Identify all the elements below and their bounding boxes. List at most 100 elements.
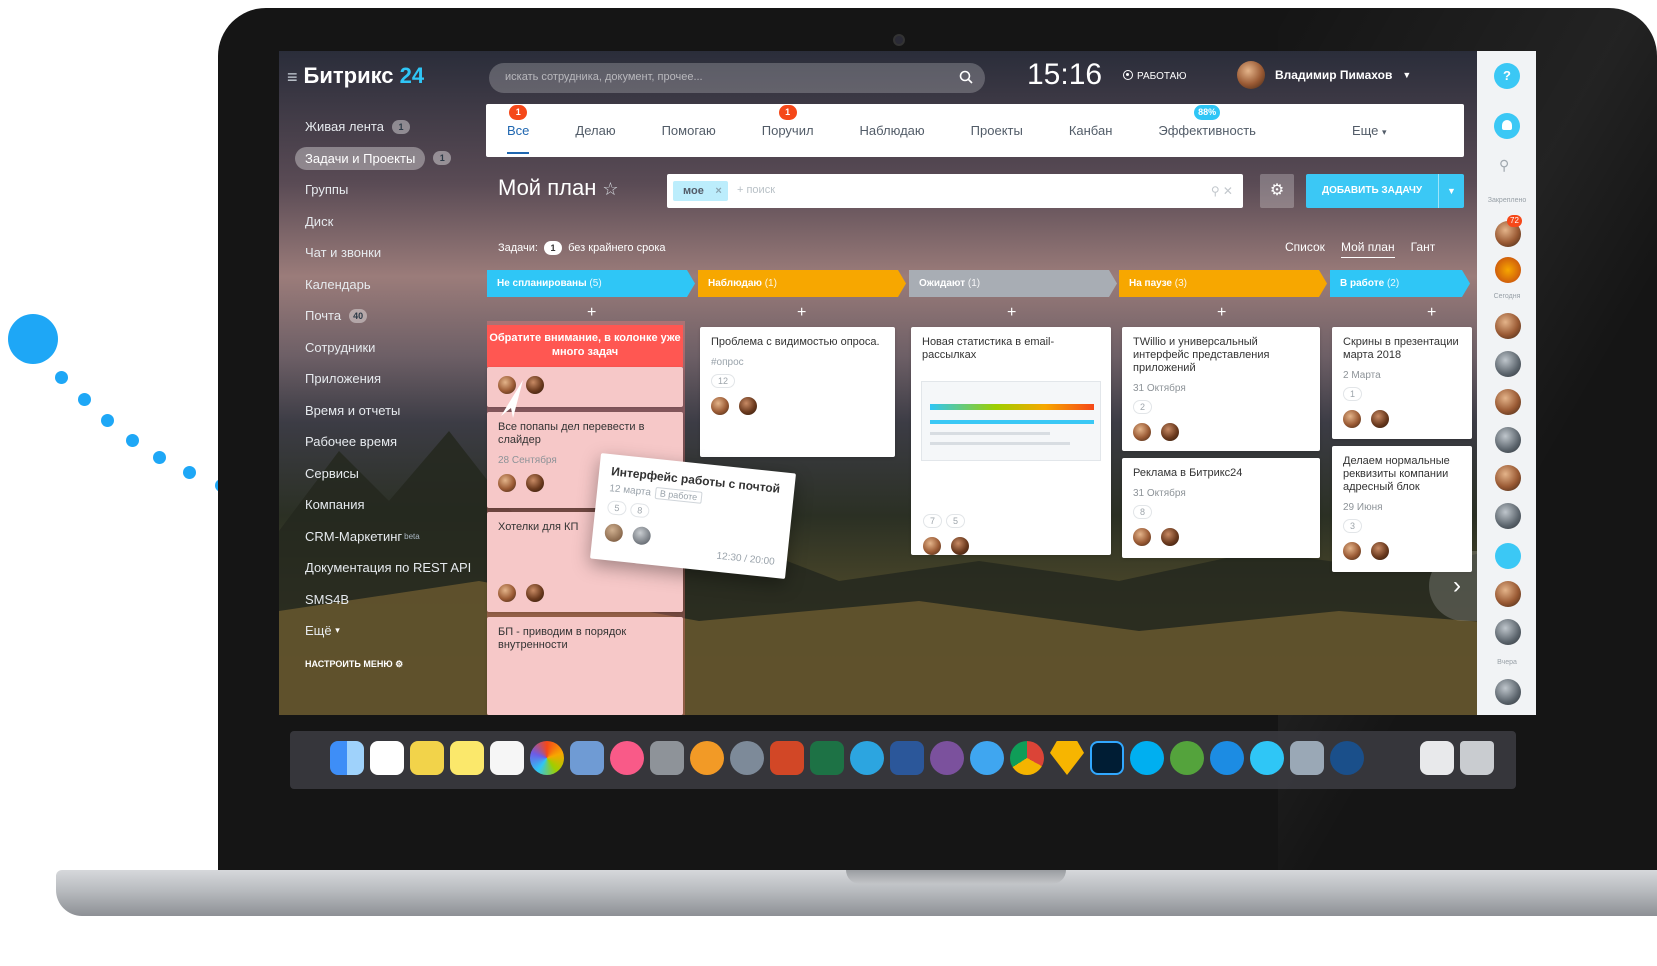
tab-watching[interactable]: Наблюдаю <box>860 123 925 138</box>
image-capture-icon[interactable] <box>1290 741 1324 775</box>
preview-icon[interactable] <box>570 741 604 775</box>
work-status-button[interactable]: РАБОТАЮ <box>1123 70 1186 82</box>
menu-item-work-time[interactable]: Рабочее время <box>295 426 485 458</box>
finder-icon[interactable] <box>330 741 364 775</box>
filter-search-input[interactable]: мое × + поиск ⚲ ✕ <box>667 174 1243 208</box>
task-card[interactable]: БП - приводим в порядок внутренности <box>487 617 683 715</box>
menu-item-mail[interactable]: Почта 40 <box>295 300 485 332</box>
user-menu[interactable]: Владимир Пимахов ▼ <box>1237 61 1411 89</box>
reminders-icon[interactable] <box>490 741 524 775</box>
column-header-in-progress[interactable]: В работе (2) <box>1330 270 1470 297</box>
menu-item-groups[interactable]: Группы <box>295 174 485 206</box>
close-icon[interactable]: × <box>715 181 721 201</box>
trash-icon[interactable] <box>1460 741 1494 775</box>
task-card[interactable]: Проблема с видимостью опроса. #опрос 12 <box>700 327 895 457</box>
safari-icon[interactable] <box>970 741 1004 775</box>
column-header-paused[interactable]: На паузе (3) <box>1119 270 1327 297</box>
tab-all[interactable]: 1 Все <box>507 105 530 154</box>
add-task-button[interactable]: ДОБАВИТЬ ЗАДАЧУ ▼ <box>1306 174 1464 208</box>
tab-helping[interactable]: Помогаю <box>662 123 716 138</box>
photoshop-icon[interactable] <box>1090 741 1124 775</box>
calendar-icon[interactable] <box>370 741 404 775</box>
rail-avatar[interactable] <box>1495 313 1521 339</box>
rail-avatar[interactable] <box>1495 581 1521 607</box>
search-icon[interactable]: ⚲ <box>1499 157 1509 174</box>
view-gantt[interactable]: Гант <box>1411 240 1436 258</box>
menu-item-services[interactable]: Сервисы <box>295 458 485 490</box>
add-card-icon[interactable]: + <box>797 304 806 322</box>
menu-settings-button[interactable]: НАСТРОИТЬ МЕНЮ ⚙ <box>295 659 485 670</box>
menu-icon[interactable]: ≡ <box>287 67 298 87</box>
search-clear-icons[interactable]: ⚲ ✕ <box>1211 184 1233 198</box>
word-icon[interactable] <box>890 741 924 775</box>
menu-item-disk[interactable]: Диск <box>295 206 485 238</box>
task-card[interactable]: Реклама в Битрикс24 31 Октября 8 <box>1122 458 1320 558</box>
settings-gear-button[interactable]: ⚙ <box>1260 174 1294 208</box>
rail-avatar[interactable] <box>1495 679 1521 705</box>
rail-avatar[interactable] <box>1495 543 1521 569</box>
tab-more[interactable]: Еще ▾ <box>1352 123 1387 138</box>
rail-avatar[interactable] <box>1495 351 1521 377</box>
browser-icon[interactable] <box>1330 741 1364 775</box>
menu-item-sms4b[interactable]: SMS4B <box>295 584 485 616</box>
card-tag[interactable]: #опрос <box>711 357 884 368</box>
stickies-icon[interactable] <box>450 741 484 775</box>
torrent-icon[interactable] <box>1170 741 1204 775</box>
notes-icon[interactable] <box>410 741 444 775</box>
menu-item-live-feed[interactable]: Живая лента 1 <box>295 111 485 143</box>
rail-avatar[interactable] <box>1495 389 1521 415</box>
menu-item-chat[interactable]: Чат и звонки <box>295 237 485 269</box>
powerpoint-icon[interactable] <box>770 741 804 775</box>
quicktime-icon[interactable] <box>1210 741 1244 775</box>
search-icon[interactable] <box>959 70 973 84</box>
column-header-watching[interactable]: Наблюдаю (1) <box>698 270 906 297</box>
tab-kanban[interactable]: Канбан <box>1069 123 1113 138</box>
chrome-icon[interactable] <box>1010 741 1044 775</box>
task-card[interactable]: Скрины в презентации марта 2018 2 Марта … <box>1332 327 1472 439</box>
rail-avatar[interactable] <box>1495 503 1521 529</box>
skype-icon[interactable] <box>1130 741 1164 775</box>
menu-item-rest-docs[interactable]: Документация по REST API <box>295 552 485 584</box>
menu-item-crm-marketing[interactable]: CRM-Маркетинг beta <box>295 521 485 553</box>
task-card[interactable]: TWillio и универсальный интерфейс предст… <box>1122 327 1320 451</box>
add-card-icon[interactable]: + <box>1427 304 1436 322</box>
downloads-icon[interactable] <box>1420 741 1454 775</box>
global-search-input[interactable]: искать сотрудника, документ, прочее... <box>489 63 985 93</box>
photos-icon[interactable] <box>530 741 564 775</box>
tab-doing[interactable]: Делаю <box>575 123 615 138</box>
view-list[interactable]: Список <box>1285 240 1325 258</box>
help-button[interactable]: ? <box>1494 63 1520 89</box>
column-header-waiting[interactable]: Ожидают (1) <box>909 270 1117 297</box>
brand-logo[interactable]: ≡ Битрикс 24 <box>287 63 424 89</box>
rail-avatar[interactable] <box>1495 257 1521 283</box>
bell-icon[interactable] <box>1494 113 1520 139</box>
view-my-plan[interactable]: Мой план <box>1340 240 1395 258</box>
rail-avatar[interactable] <box>1495 619 1521 645</box>
tasks-counter[interactable]: 1 <box>544 241 563 255</box>
column-header-unplanned[interactable]: Не спланированы (5) <box>487 270 695 297</box>
rail-avatar[interactable] <box>1495 465 1521 491</box>
books-icon[interactable] <box>690 741 724 775</box>
menu-item-employees[interactable]: Сотрудники <box>295 332 485 364</box>
system-preferences-icon[interactable] <box>650 741 684 775</box>
menu-item-apps[interactable]: Приложения <box>295 363 485 395</box>
viber-icon[interactable] <box>930 741 964 775</box>
star-icon[interactable]: ☆ <box>602 179 618 199</box>
bitrix24-icon[interactable] <box>1250 741 1284 775</box>
menu-item-calendar[interactable]: Календарь <box>295 269 485 301</box>
dragged-task-card[interactable]: Интерфейс работы с почтой 12 марта В рабо… <box>589 453 797 579</box>
menu-item-time-reports[interactable]: Время и отчеты <box>295 395 485 427</box>
menu-item-company[interactable]: Компания <box>295 489 485 521</box>
add-card-icon[interactable]: + <box>587 304 596 322</box>
tab-efficiency[interactable]: 88% Эффективность <box>1158 105 1256 138</box>
sketch-icon[interactable] <box>1050 741 1084 775</box>
add-card-icon[interactable]: + <box>1007 304 1016 322</box>
tab-projects[interactable]: Проекты <box>971 123 1023 138</box>
music-icon[interactable] <box>610 741 644 775</box>
menu-item-more[interactable]: Ещё ▾ <box>295 615 485 647</box>
tab-assigned[interactable]: 1 Поручил <box>762 105 814 138</box>
excel-icon[interactable] <box>810 741 844 775</box>
rail-avatar[interactable] <box>1495 427 1521 453</box>
launchpad-icon[interactable] <box>730 741 764 775</box>
menu-item-tasks[interactable]: Задачи и Проекты 1 <box>295 143 485 175</box>
